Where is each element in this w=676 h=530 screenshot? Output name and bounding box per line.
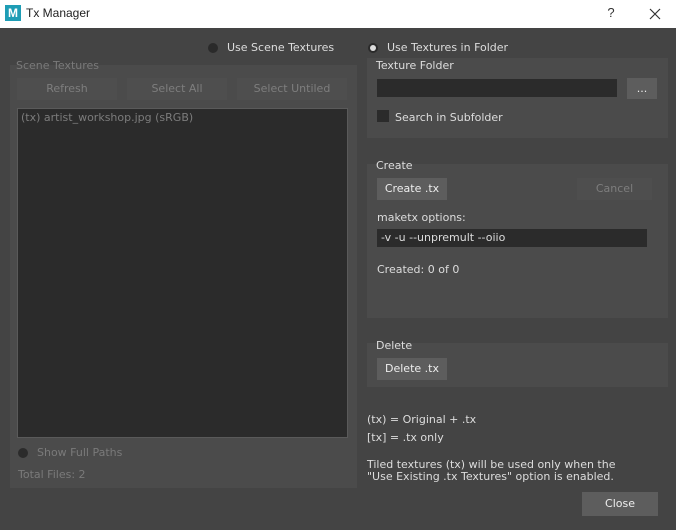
search-in-subfolder-label: Search in Subfolder — [395, 111, 503, 124]
create-section-label: Create — [376, 159, 413, 172]
close-button[interactable]: Close — [582, 492, 658, 516]
list-item[interactable]: (tx) artist_workshop.jpg (sRGB) — [21, 111, 193, 124]
cancel-button[interactable]: Cancel — [577, 178, 652, 200]
use-scene-textures-label: Use Scene Textures — [227, 41, 335, 54]
delete-section-label: Delete — [376, 339, 413, 352]
close-icon — [649, 8, 661, 20]
select-all-button[interactable]: Select All — [127, 78, 227, 100]
close-window-button[interactable] — [644, 3, 666, 25]
delete-tx-button[interactable]: Delete .tx — [377, 358, 447, 380]
show-full-paths-checkbox[interactable]: Show Full Paths — [18, 446, 122, 459]
create-tx-button[interactable]: Create .tx — [377, 178, 447, 200]
maketx-options-field[interactable]: -v -u --unpremult --oiio — [377, 229, 647, 247]
search-in-subfolder-checkbox[interactable] — [377, 110, 389, 122]
use-textures-in-folder-label: Use Textures in Folder — [387, 41, 509, 54]
maketx-options-label: maketx options: — [377, 211, 466, 224]
scene-textures-list[interactable]: (tx) artist_workshop.jpg (sRGB) — [17, 108, 348, 438]
window-title: Tx Manager — [26, 6, 91, 20]
title-bar: M Tx Manager ? — [0, 0, 676, 28]
created-status-label: Created: 0 of 0 — [377, 263, 460, 276]
texture-folder-path-field[interactable] — [377, 79, 617, 97]
tiled-textures-note-line2: "Use Existing .tx Textures" option is en… — [367, 470, 614, 483]
show-full-paths-label: Show Full Paths — [37, 446, 123, 459]
select-untiled-button[interactable]: Select Untiled — [237, 78, 347, 100]
help-button[interactable]: ? — [601, 3, 621, 23]
use-scene-textures-radio[interactable]: Use Scene Textures — [208, 41, 334, 54]
legend-original-plus-tx: (tx) = Original + .tx — [367, 413, 477, 426]
checkbox-indicator — [18, 447, 28, 458]
browse-folder-button[interactable]: ... — [627, 78, 657, 99]
texture-folder-label: Texture Folder — [376, 59, 454, 72]
radio-indicator-selected — [368, 42, 378, 53]
use-textures-in-folder-radio[interactable]: Use Textures in Folder — [368, 41, 508, 54]
total-files-label: Total Files: 2 — [18, 468, 86, 481]
scene-textures-group-label: Scene Textures — [16, 59, 100, 72]
maya-app-icon: M — [5, 5, 21, 21]
legend-tx-only: [tx] = .tx only — [367, 431, 444, 444]
radio-indicator — [208, 42, 218, 53]
refresh-button[interactable]: Refresh — [17, 78, 117, 100]
